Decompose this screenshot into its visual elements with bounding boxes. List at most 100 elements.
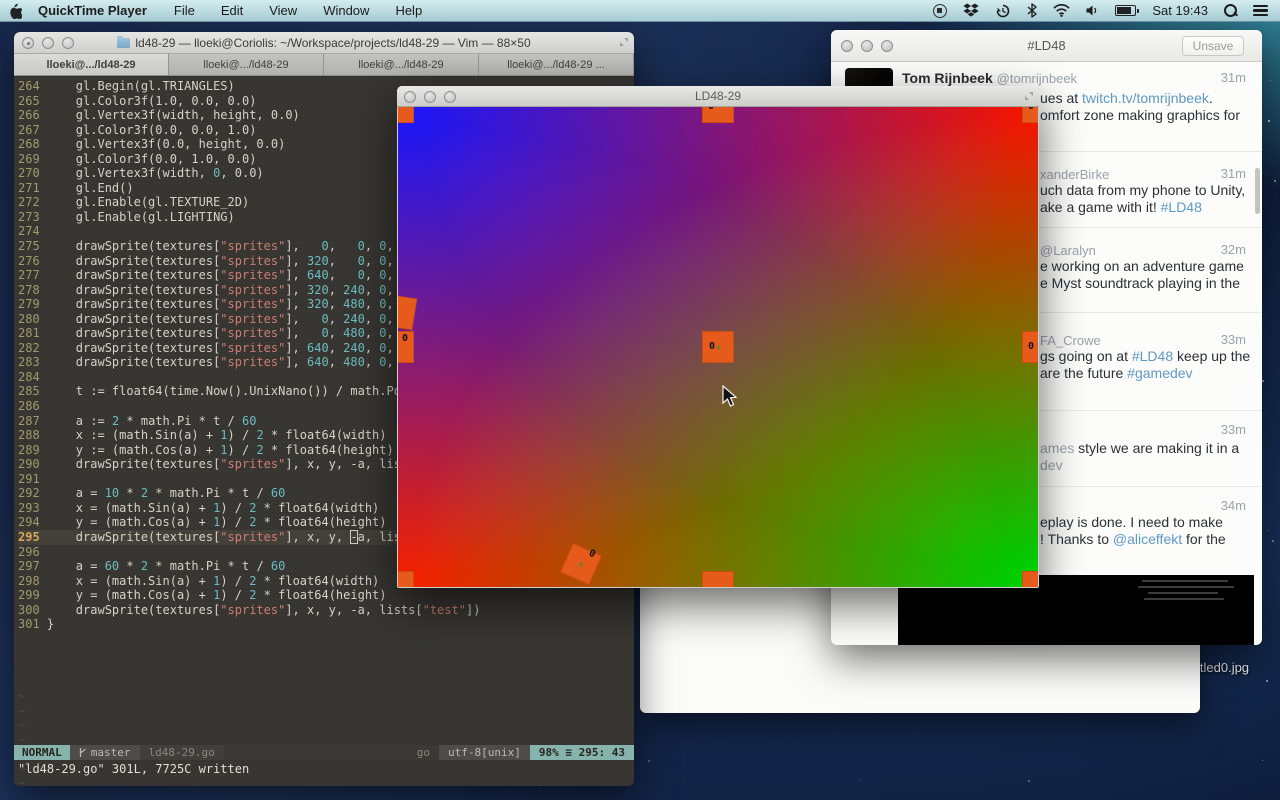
code-line: 301 } xyxy=(18,617,480,632)
game-sprite: 0+ xyxy=(560,543,602,585)
zoom-button-icon[interactable] xyxy=(881,40,893,52)
desktop-file-label[interactable]: itled0.jpg xyxy=(1197,660,1249,675)
tweet-text-line: uch data from my phone to Unity, xyxy=(1040,182,1245,198)
star-field xyxy=(1268,120,1270,122)
code-line: 300 drawSprite(textures["sprites"], x, y… xyxy=(18,603,480,618)
menu-item-window[interactable]: Window xyxy=(310,3,382,18)
window-controls[interactable] xyxy=(22,37,74,49)
window-controls[interactable] xyxy=(841,40,893,52)
game-titlebar[interactable]: LD48-29 xyxy=(397,86,1039,107)
vim-mode-indicator: NORMAL xyxy=(14,745,70,760)
close-button-icon[interactable] xyxy=(22,37,34,49)
sprite-counter-label: 0 xyxy=(587,548,597,561)
resize-icon[interactable] xyxy=(619,37,629,47)
tweet-header: @Laralyn xyxy=(1040,242,1096,258)
window-controls[interactable] xyxy=(404,91,456,103)
cursor-position-segment: 98% ≡ 295: 43 xyxy=(530,745,634,760)
terminal-tab-3[interactable]: lloeki@.../ld48-29 xyxy=(324,54,479,75)
unsave-button[interactable]: Unsave xyxy=(1182,36,1244,56)
tweet-author-name[interactable]: Tom Rijnbeek xyxy=(902,70,997,86)
game-window-title: LD48-29 xyxy=(397,89,1039,103)
vim-message-line: "ld48-29.go" 301L, 7725C written xyxy=(18,762,249,777)
folder-icon xyxy=(117,38,130,48)
battery-icon[interactable] xyxy=(1107,0,1144,22)
tweet-text-line: e working on an adventure game xyxy=(1040,258,1244,274)
game-window[interactable]: LD48-29 0000+00+ xyxy=(397,86,1039,588)
bluetooth-icon[interactable] xyxy=(1019,0,1045,22)
tweet-text-line: eplay is done. I need to make xyxy=(1040,514,1223,530)
tweet-author-handle[interactable]: @tomrijnbeek xyxy=(997,71,1077,86)
terminal-window-title: ld48-29 — lloeki@Coriolis: ~/Workspace/p… xyxy=(14,36,634,50)
tweet-link[interactable]: #gamedev xyxy=(1127,365,1192,381)
tweet-text-line: ames style we are making it in a xyxy=(1040,440,1239,456)
game-viewport[interactable]: 0000+00+ xyxy=(398,107,1038,587)
terminal-tab-4[interactable]: lloeki@.../ld48-29 ... xyxy=(479,54,634,75)
menu-item-edit[interactable]: Edit xyxy=(208,3,256,18)
tweet-text-line: e Myst soundtrack playing in the xyxy=(1040,275,1240,291)
sprite-center-cross-icon: + xyxy=(575,557,586,572)
game-sprite: 0+ xyxy=(702,331,734,363)
app-menus: QuickTime Player FileEditViewWindowHelp xyxy=(30,3,435,18)
terminal-tab-2[interactable]: lloeki@.../ld48-29 xyxy=(169,54,324,75)
app-menu-title[interactable]: QuickTime Player xyxy=(30,3,161,18)
resize-icon[interactable] xyxy=(1024,91,1034,101)
apple-logo-icon xyxy=(8,3,22,19)
mouse-cursor-icon xyxy=(722,385,740,409)
menu-clock[interactable]: Sat 19:43 xyxy=(1144,3,1216,18)
git-branch-icon xyxy=(79,747,87,758)
close-button-icon[interactable] xyxy=(841,40,853,52)
tweet-author-handle[interactable]: FA_Crowe xyxy=(1040,333,1101,348)
sprite-counter-label: 0 xyxy=(402,333,408,344)
terminal-tab-bar[interactable]: lloeki@.../ld48-29lloeki@.../ld48-29lloe… xyxy=(14,54,634,76)
game-sprite xyxy=(398,107,414,123)
tweet-text-line: gs going on at #LD48 keep up the xyxy=(1040,348,1250,364)
tweet-timestamp: 32m xyxy=(1221,242,1246,257)
code-line: 299 y = (math.Cos(a) + 1) / 2 * float64(… xyxy=(18,588,480,603)
game-sprite xyxy=(398,571,414,587)
minimize-button-icon[interactable] xyxy=(42,37,54,49)
menu-bar: QuickTime Player FileEditViewWindowHelp … xyxy=(0,0,1280,22)
menu-item-help[interactable]: Help xyxy=(382,3,435,18)
game-sprite: 0 xyxy=(1022,331,1038,363)
tweet-author-handle[interactable]: xanderBirke xyxy=(1040,167,1109,182)
encoding-segment: utf-8[unix] xyxy=(439,745,530,760)
tweet-text-line: are the future #gamedev xyxy=(1040,365,1193,381)
menu-item-file[interactable]: File xyxy=(161,3,208,18)
zoom-button-icon[interactable] xyxy=(444,91,456,103)
sprite-counter-label: 0 xyxy=(1028,341,1034,352)
game-sprite xyxy=(702,571,734,587)
close-button-icon[interactable] xyxy=(404,91,416,103)
tweet-text-line: dev xyxy=(1040,457,1063,473)
status-menus: Sat 19:43 xyxy=(925,0,1280,22)
tweet-author-handle[interactable]: @Laralyn xyxy=(1040,243,1096,258)
sprite-counter-label: 0 xyxy=(1028,107,1034,112)
tweet-timestamp: 34m xyxy=(1221,498,1246,513)
minimize-button-icon[interactable] xyxy=(861,40,873,52)
terminal-tab-1[interactable]: lloeki@.../ld48-29 xyxy=(14,54,169,75)
dropbox-icon[interactable] xyxy=(955,0,987,22)
wifi-icon[interactable] xyxy=(1045,0,1078,22)
twitter-titlebar[interactable]: #LD48 Unsave xyxy=(831,30,1262,62)
terminal-titlebar[interactable]: ld48-29 — lloeki@Coriolis: ~/Workspace/p… xyxy=(14,32,634,54)
menu-item-view[interactable]: View xyxy=(256,3,310,18)
tweet-link[interactable]: #LD48 xyxy=(1161,199,1202,215)
filetype-segment: go xyxy=(408,745,439,760)
game-sprite xyxy=(1022,571,1038,587)
spotlight-icon[interactable] xyxy=(1216,0,1245,22)
tweet-timestamp: 31m xyxy=(1221,166,1246,181)
tweet-link[interactable]: twitch.tv/tomrijnbeek xyxy=(1082,90,1209,106)
game-sprite: 0 xyxy=(398,331,414,363)
tweet-text-line: omfort zone making graphics for xyxy=(1040,107,1240,123)
notification-list-icon[interactable] xyxy=(1245,0,1280,22)
time-machine-icon[interactable] xyxy=(987,0,1019,22)
game-sprite xyxy=(398,294,417,331)
volume-icon[interactable] xyxy=(1078,0,1107,22)
tweet-link[interactable]: #LD48 xyxy=(1132,348,1173,364)
zoom-button-icon[interactable] xyxy=(62,37,74,49)
tweet-link[interactable]: @aliceffekt xyxy=(1113,531,1182,547)
sprite-counter-label: 0 xyxy=(708,107,714,112)
minimize-button-icon[interactable] xyxy=(424,91,436,103)
scrollbar[interactable] xyxy=(1255,168,1260,214)
apple-menu[interactable] xyxy=(0,3,30,19)
record-stop-icon[interactable] xyxy=(925,0,955,22)
